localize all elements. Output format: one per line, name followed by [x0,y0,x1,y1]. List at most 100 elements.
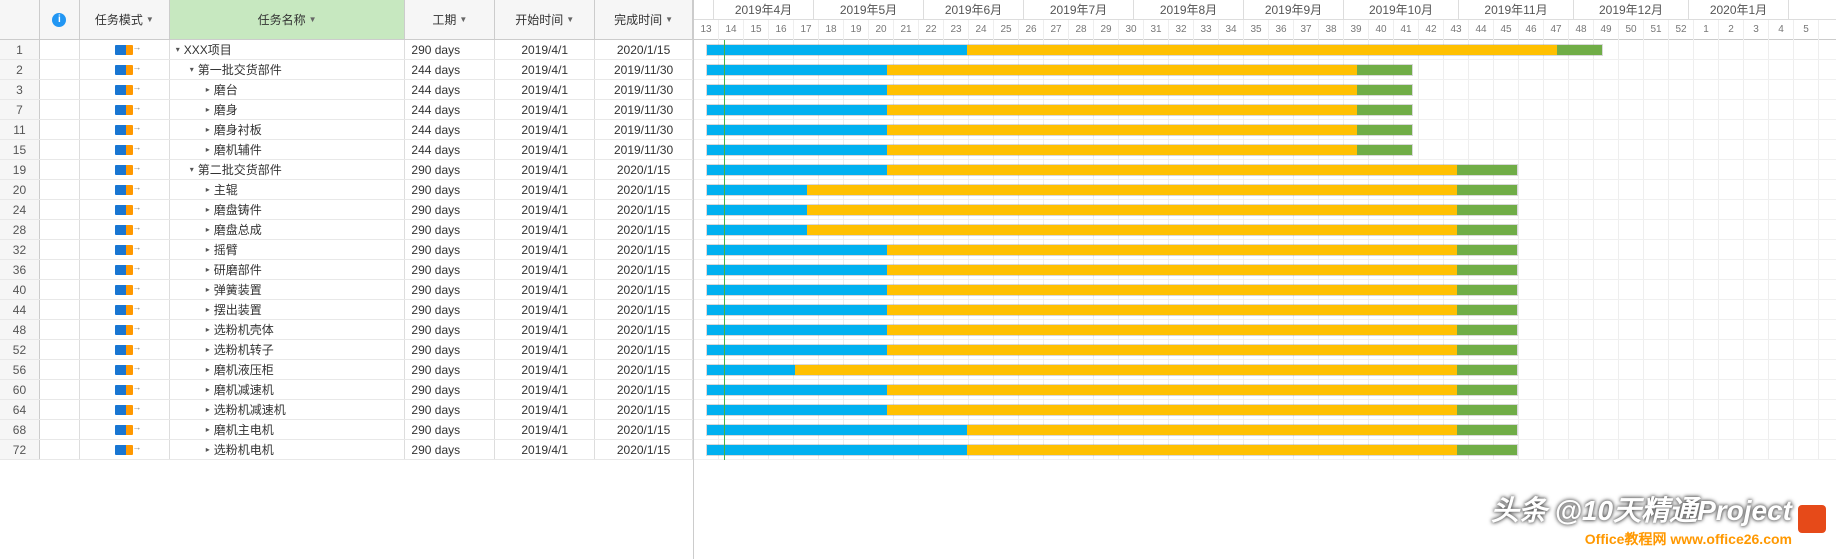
table-row[interactable]: 1▾XXX项目290 days2019/4/12020/1/15 [0,40,693,60]
toggle-icon[interactable]: ▸ [206,265,210,274]
toggle-icon[interactable]: ▸ [206,345,210,354]
row-task-name[interactable]: ▸选粉机壳体 [170,320,406,339]
row-number[interactable]: 52 [0,340,40,359]
row-end[interactable]: 2020/1/15 [595,220,693,239]
row-start[interactable]: 2019/4/1 [495,140,595,159]
row-number[interactable]: 32 [0,240,40,259]
gantt-bar[interactable] [706,84,1413,96]
row-duration[interactable]: 244 days [405,80,495,99]
gantt-bar[interactable] [706,444,1518,456]
gantt-bar[interactable] [706,244,1518,256]
gantt-chart-pane[interactable]: 2019年4月2019年5月2019年6月2019年7月2019年8月2019年… [694,0,1836,559]
row-start[interactable]: 2019/4/1 [495,420,595,439]
row-duration[interactable]: 290 days [405,320,495,339]
row-duration[interactable]: 290 days [405,420,495,439]
toggle-icon[interactable]: ▸ [206,445,210,454]
table-row[interactable]: 56▸磨机液压柜290 days2019/4/12020/1/15 [0,360,693,380]
gantt-bar[interactable] [706,404,1518,416]
row-number[interactable]: 7 [0,100,40,119]
row-end[interactable]: 2020/1/15 [595,200,693,219]
row-mode[interactable] [80,260,170,279]
row-end[interactable]: 2019/11/30 [595,100,693,119]
toggle-icon[interactable]: ▾ [190,65,194,74]
row-start[interactable]: 2019/4/1 [495,200,595,219]
table-row[interactable]: 11▸磨身衬板244 days2019/4/12019/11/30 [0,120,693,140]
row-number[interactable]: 56 [0,360,40,379]
toggle-icon[interactable]: ▸ [206,225,210,234]
row-task-name[interactable]: ▾第一批交货部件 [170,60,406,79]
row-start[interactable]: 2019/4/1 [495,280,595,299]
row-duration[interactable]: 290 days [405,400,495,419]
row-task-name[interactable]: ▸主辊 [170,180,406,199]
row-end[interactable]: 2020/1/15 [595,180,693,199]
row-number[interactable]: 1 [0,40,40,59]
row-mode[interactable] [80,320,170,339]
row-duration[interactable]: 290 days [405,280,495,299]
row-duration[interactable]: 244 days [405,100,495,119]
row-mode[interactable] [80,280,170,299]
row-duration[interactable]: 290 days [405,220,495,239]
row-mode[interactable] [80,100,170,119]
row-start[interactable]: 2019/4/1 [495,300,595,319]
table-row[interactable]: 3▸磨台244 days2019/4/12019/11/30 [0,80,693,100]
row-end[interactable]: 2020/1/15 [595,160,693,179]
gantt-bar[interactable] [706,284,1518,296]
row-start[interactable]: 2019/4/1 [495,240,595,259]
row-mode[interactable] [80,60,170,79]
row-number[interactable]: 28 [0,220,40,239]
toggle-icon[interactable]: ▸ [206,125,210,134]
toggle-icon[interactable]: ▸ [206,425,210,434]
table-row[interactable]: 44▸摆出装置290 days2019/4/12020/1/15 [0,300,693,320]
row-mode[interactable] [80,400,170,419]
row-duration[interactable]: 290 days [405,300,495,319]
gantt-bar[interactable] [706,364,1518,376]
header-rownum[interactable] [0,0,40,39]
row-task-name[interactable]: ▸磨台 [170,80,406,99]
header-duration[interactable]: 工期 ▼ [405,0,495,39]
row-task-name[interactable]: ▾XXX项目 [170,40,406,59]
row-mode[interactable] [80,220,170,239]
row-duration[interactable]: 290 days [405,160,495,179]
row-task-name[interactable]: ▸磨机辅件 [170,140,406,159]
table-row[interactable]: 68▸磨机主电机290 days2019/4/12020/1/15 [0,420,693,440]
row-end[interactable]: 2020/1/15 [595,280,693,299]
row-duration[interactable]: 290 days [405,360,495,379]
row-start[interactable]: 2019/4/1 [495,340,595,359]
row-duration[interactable]: 244 days [405,120,495,139]
row-end[interactable]: 2020/1/15 [595,380,693,399]
row-number[interactable]: 44 [0,300,40,319]
gantt-bar[interactable] [706,64,1413,76]
row-number[interactable]: 24 [0,200,40,219]
table-row[interactable]: 20▸主辊290 days2019/4/12020/1/15 [0,180,693,200]
table-row[interactable]: 40▸弹簧装置290 days2019/4/12020/1/15 [0,280,693,300]
row-duration[interactable]: 290 days [405,240,495,259]
row-task-name[interactable]: ▾第二批交货部件 [170,160,406,179]
gantt-bar[interactable] [706,324,1518,336]
header-task-mode[interactable]: 任务模式 ▼ [80,0,170,39]
toggle-icon[interactable]: ▸ [206,365,210,374]
row-number[interactable]: 19 [0,160,40,179]
row-end[interactable]: 2019/11/30 [595,80,693,99]
table-row[interactable]: 15▸磨机辅件244 days2019/4/12019/11/30 [0,140,693,160]
row-number[interactable]: 3 [0,80,40,99]
header-info[interactable]: i [40,0,80,39]
row-task-name[interactable]: ▸磨机液压柜 [170,360,406,379]
row-end[interactable]: 2019/11/30 [595,60,693,79]
row-end[interactable]: 2020/1/15 [595,320,693,339]
row-duration[interactable]: 290 days [405,200,495,219]
row-duration[interactable]: 290 days [405,340,495,359]
row-task-name[interactable]: ▸研磨部件 [170,260,406,279]
row-end[interactable]: 2019/11/30 [595,120,693,139]
gantt-bar[interactable] [706,124,1413,136]
row-start[interactable]: 2019/4/1 [495,100,595,119]
row-mode[interactable] [80,340,170,359]
table-row[interactable]: 2▾第一批交货部件244 days2019/4/12019/11/30 [0,60,693,80]
row-task-name[interactable]: ▸摇臂 [170,240,406,259]
row-number[interactable]: 11 [0,120,40,139]
row-end[interactable]: 2020/1/15 [595,300,693,319]
row-number[interactable]: 20 [0,180,40,199]
table-row[interactable]: 28▸磨盘总成290 days2019/4/12020/1/15 [0,220,693,240]
gantt-bar[interactable] [706,104,1413,116]
row-mode[interactable] [80,240,170,259]
gantt-bar[interactable] [706,224,1518,236]
